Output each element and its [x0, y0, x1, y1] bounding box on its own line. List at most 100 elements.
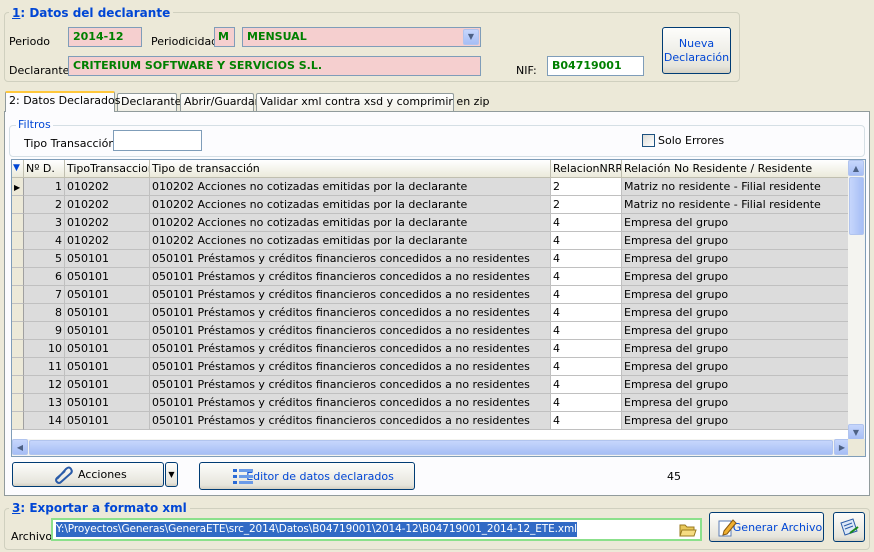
- grid-header-tipotransaccion[interactable]: TipoTransaccion: [65, 160, 150, 178]
- cell-tipo[interactable]: 050101: [65, 376, 150, 394]
- cell-tipo[interactable]: 010202: [65, 232, 150, 250]
- row-selector[interactable]: [12, 214, 24, 232]
- cell-n[interactable]: 8: [24, 304, 65, 322]
- grid-header-tipo-de-transaccion[interactable]: Tipo de transacción: [150, 160, 551, 178]
- cell-desc[interactable]: 050101 Préstamos y créditos financieros …: [150, 412, 551, 430]
- row-selector[interactable]: [12, 196, 24, 214]
- generar-archivo-button[interactable]: Generar Archivo: [709, 512, 824, 542]
- cell-desc[interactable]: 050101 Préstamos y créditos financieros …: [150, 268, 551, 286]
- cell-tipo[interactable]: 010202: [65, 214, 150, 232]
- table-row[interactable]: 12 050101 050101 Préstamos y créditos fina…: [12, 376, 850, 394]
- vertical-scroll-thumb[interactable]: [849, 177, 864, 235]
- tab-abrir-guardar[interactable]: Abrir/Guardar: [180, 93, 259, 111]
- cell-tipo[interactable]: 010202: [65, 178, 150, 196]
- tab-datos-declarados[interactable]: 2: Datos Declarados: [5, 91, 120, 112]
- row-selector[interactable]: [12, 394, 24, 412]
- cell-n[interactable]: 3: [24, 214, 65, 232]
- send-button[interactable]: [833, 512, 865, 542]
- tipo-transaccion-input[interactable]: [113, 130, 202, 151]
- cell-reldesc[interactable]: Empresa del grupo: [622, 340, 850, 358]
- cell-tipo[interactable]: 050101: [65, 412, 150, 430]
- row-selector[interactable]: [12, 250, 24, 268]
- cell-rel[interactable]: 4: [551, 358, 622, 376]
- cell-n[interactable]: 2: [24, 196, 65, 214]
- scroll-down-icon[interactable]: ▼: [848, 424, 864, 440]
- table-row[interactable]: 13 050101 050101 Préstamos y créditos fina…: [12, 394, 850, 412]
- cell-reldesc[interactable]: Empresa del grupo: [622, 268, 850, 286]
- cell-rel[interactable]: 4: [551, 340, 622, 358]
- cell-desc[interactable]: 010202 Acciones no cotizadas emitidas po…: [150, 214, 551, 232]
- table-row[interactable]: 7 050101 050101 Préstamos y créditos finan…: [12, 286, 850, 304]
- cell-tipo[interactable]: 050101: [65, 268, 150, 286]
- cell-rel[interactable]: 4: [551, 322, 622, 340]
- row-selector[interactable]: [12, 286, 24, 304]
- data-grid[interactable]: ▼ Nº D. TipoTransaccion Tipo de transacc…: [11, 159, 866, 457]
- cell-tipo[interactable]: 050101: [65, 286, 150, 304]
- scroll-up-icon[interactable]: ▲: [848, 160, 864, 176]
- cell-n[interactable]: 12: [24, 376, 65, 394]
- periodicidad-code-field[interactable]: M: [214, 27, 235, 47]
- table-row[interactable]: 6 050101 050101 Préstamos y créditos finan…: [12, 268, 850, 286]
- table-row[interactable]: 5 050101 050101 Préstamos y créditos finan…: [12, 250, 850, 268]
- acciones-dropdown-button[interactable]: ▼: [165, 462, 178, 487]
- vertical-scrollbar[interactable]: ▲ ▼: [848, 160, 865, 440]
- table-row[interactable]: 2 010202 010202 Acciones no cotizadas emit…: [12, 196, 850, 214]
- periodo-field[interactable]: 2014-12: [68, 27, 142, 47]
- nueva-declaracion-button[interactable]: Nueva Declaración: [662, 27, 731, 74]
- cell-tipo[interactable]: 050101: [65, 304, 150, 322]
- tab-validar-xml[interactable]: Validar xml contra xsd y comprimir en zi…: [256, 93, 490, 111]
- table-row[interactable]: 4 010202 010202 Acciones no cotizadas emit…: [12, 232, 850, 250]
- cell-desc[interactable]: 010202 Acciones no cotizadas emitidas po…: [150, 232, 551, 250]
- grid-header-relacionnrr[interactable]: RelacionNRR: [551, 160, 622, 178]
- cell-rel[interactable]: 4: [551, 250, 622, 268]
- cell-rel[interactable]: 4: [551, 412, 622, 430]
- cell-reldesc[interactable]: Empresa del grupo: [622, 358, 850, 376]
- table-row[interactable]: 9 050101 050101 Préstamos y créditos finan…: [12, 322, 850, 340]
- cell-tipo[interactable]: 010202: [65, 196, 150, 214]
- grid-header-indicator[interactable]: ▼: [12, 160, 24, 178]
- cell-rel[interactable]: 4: [551, 376, 622, 394]
- cell-desc[interactable]: 050101 Préstamos y créditos financieros …: [150, 322, 551, 340]
- cell-desc[interactable]: 050101 Préstamos y créditos financieros …: [150, 376, 551, 394]
- cell-n[interactable]: 14: [24, 412, 65, 430]
- cell-n[interactable]: 10: [24, 340, 65, 358]
- cell-desc[interactable]: 050101 Préstamos y créditos financieros …: [150, 358, 551, 376]
- cell-reldesc[interactable]: Empresa del grupo: [622, 214, 850, 232]
- row-selector[interactable]: [12, 304, 24, 322]
- cell-reldesc[interactable]: Empresa del grupo: [622, 286, 850, 304]
- cell-tipo[interactable]: 050101: [65, 250, 150, 268]
- cell-reldesc[interactable]: Matriz no residente - Filial residente: [622, 178, 850, 196]
- declarante-field[interactable]: CRITERIUM SOFTWARE Y SERVICIOS S.L.: [68, 56, 481, 76]
- horizontal-scrollbar[interactable]: ◀ ▶: [12, 439, 850, 456]
- tab-declarante[interactable]: Declarante: [117, 93, 181, 111]
- horizontal-scroll-thumb[interactable]: [29, 440, 833, 455]
- cell-reldesc[interactable]: Empresa del grupo: [622, 412, 850, 430]
- table-row[interactable]: 8 050101 050101 Préstamos y créditos finan…: [12, 304, 850, 322]
- row-selector[interactable]: [12, 232, 24, 250]
- cell-rel[interactable]: 4: [551, 214, 622, 232]
- cell-n[interactable]: 5: [24, 250, 65, 268]
- cell-n[interactable]: 1: [24, 178, 65, 196]
- grid-header-n[interactable]: Nº D.: [24, 160, 65, 178]
- cell-rel[interactable]: 4: [551, 394, 622, 412]
- cell-reldesc[interactable]: Matriz no residente - Filial residente: [622, 196, 850, 214]
- cell-tipo[interactable]: 050101: [65, 340, 150, 358]
- nif-field[interactable]: B04719001: [547, 56, 644, 76]
- cell-n[interactable]: 7: [24, 286, 65, 304]
- cell-rel[interactable]: 4: [551, 304, 622, 322]
- periodicidad-select[interactable]: MENSUAL ▼: [242, 27, 481, 47]
- cell-desc[interactable]: 050101 Préstamos y créditos financieros …: [150, 286, 551, 304]
- row-selector[interactable]: [12, 358, 24, 376]
- cell-desc[interactable]: 010202 Acciones no cotizadas emitidas po…: [150, 196, 551, 214]
- table-row[interactable]: ▶ 1 010202 010202 Acciones no cotizadas emi…: [12, 178, 850, 196]
- cell-reldesc[interactable]: Empresa del grupo: [622, 394, 850, 412]
- row-selector[interactable]: ▶: [12, 178, 24, 196]
- cell-reldesc[interactable]: Empresa del grupo: [622, 232, 850, 250]
- row-selector[interactable]: [12, 322, 24, 340]
- table-row[interactable]: 11 050101 050101 Préstamos y créditos fina…: [12, 358, 850, 376]
- row-selector[interactable]: [12, 412, 24, 430]
- editor-datos-button[interactable]: Editor de datos declarados: [199, 462, 415, 490]
- scroll-left-icon[interactable]: ◀: [12, 439, 28, 455]
- cell-n[interactable]: 11: [24, 358, 65, 376]
- row-selector[interactable]: [12, 340, 24, 358]
